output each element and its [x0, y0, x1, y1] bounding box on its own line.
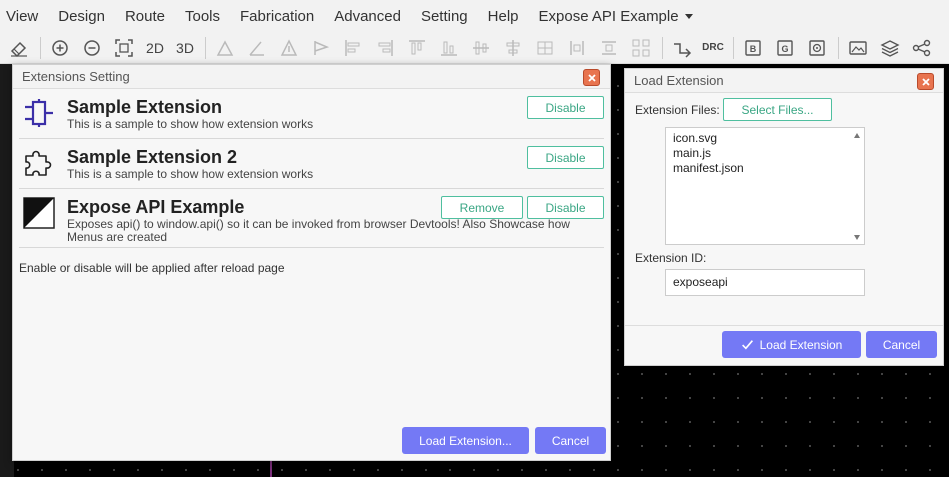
- extension-row: Sample Extension This is a sample to sho…: [19, 89, 604, 139]
- dialog-title: Load Extension: [634, 73, 724, 88]
- cancel-button[interactable]: Cancel: [866, 331, 937, 358]
- cancel-button[interactable]: Cancel: [535, 427, 606, 454]
- align-right-icon[interactable]: [372, 36, 398, 60]
- toolbar-separator: [205, 36, 206, 59]
- file-list-item: manifest.json: [673, 161, 744, 175]
- svg-text:G: G: [781, 44, 788, 54]
- fit-view-icon[interactable]: [111, 36, 137, 60]
- caret-down-icon: [684, 14, 693, 20]
- extensions-setting-dialog: Extensions Setting Sample Extension This…: [12, 64, 611, 461]
- puzzle-icon: [25, 150, 52, 176]
- view-2d-button[interactable]: 2D: [143, 36, 167, 60]
- route-icon[interactable]: [669, 36, 695, 60]
- extension-row: Expose API Example Exposes api() to wind…: [19, 189, 604, 248]
- extension-description: This is a sample to show how extension w…: [67, 167, 314, 181]
- select-files-button[interactable]: Select Files...: [723, 98, 832, 121]
- align-center-v-icon[interactable]: [500, 36, 526, 60]
- image-icon[interactable]: [845, 36, 871, 60]
- triangle-tool-icon[interactable]: [276, 36, 302, 60]
- extension-name: Sample Extension: [67, 97, 223, 117]
- menu-help[interactable]: Help: [488, 8, 519, 25]
- check-icon: [741, 340, 753, 350]
- menu-tools[interactable]: Tools: [185, 8, 220, 25]
- menu-expose-api[interactable]: Expose API Example: [539, 8, 693, 25]
- dialog-title: Extensions Setting: [22, 69, 130, 84]
- share-icon[interactable]: [909, 36, 935, 60]
- toolbar-separator: [838, 36, 839, 59]
- file-list[interactable]: icon.svg main.js manifest.json: [665, 127, 865, 245]
- component-icon: [25, 99, 53, 127]
- disable-button[interactable]: Disable: [527, 96, 604, 119]
- remove-button[interactable]: Remove: [441, 196, 523, 219]
- group-icon[interactable]: [628, 36, 654, 60]
- menu-design[interactable]: Design: [58, 8, 105, 25]
- scroll-up-icon[interactable]: [854, 133, 860, 138]
- distribute-v-icon[interactable]: [564, 36, 590, 60]
- eraser-icon[interactable]: [6, 36, 32, 60]
- close-button[interactable]: [583, 69, 600, 86]
- menu-route[interactable]: Route: [125, 8, 165, 25]
- menu-bar: View Design Route Tools Fabrication Adva…: [0, 0, 949, 32]
- menu-expose-api-label: Expose API Example: [538, 7, 679, 25]
- spacing-icon[interactable]: [596, 36, 622, 60]
- menu-advanced[interactable]: Advanced: [334, 8, 401, 25]
- extension-files-label: Extension Files:: [635, 103, 720, 117]
- close-button[interactable]: [917, 73, 934, 90]
- disable-button[interactable]: Disable: [527, 196, 604, 219]
- gerber-icon[interactable]: G: [772, 36, 798, 60]
- angle-tool-icon[interactable]: [244, 36, 270, 60]
- footer-divider: [625, 325, 943, 326]
- layers-icon[interactable]: [877, 36, 903, 60]
- svg-text:B: B: [750, 44, 757, 54]
- menu-view[interactable]: View: [6, 8, 38, 25]
- reload-note: Enable or disable will be applied after …: [19, 261, 285, 275]
- toolbar-separator: [40, 36, 41, 59]
- expose-api-icon: [23, 197, 55, 229]
- toolbar-separator: [662, 36, 663, 59]
- file-list-item: icon.svg: [673, 131, 718, 145]
- flag-tool-icon[interactable]: [308, 36, 334, 60]
- align-left-icon[interactable]: [340, 36, 366, 60]
- file-list-item: main.js: [673, 146, 712, 160]
- extension-id-label: Extension ID:: [635, 251, 707, 265]
- arc-tool-icon[interactable]: [212, 36, 238, 60]
- menu-fabrication[interactable]: Fabrication: [240, 8, 314, 25]
- align-top-icon[interactable]: [404, 36, 430, 60]
- toolbar: 2D 3D DRC B G: [0, 32, 949, 64]
- scroll-down-icon[interactable]: [854, 235, 860, 240]
- extension-description: This is a sample to show how extension w…: [67, 117, 314, 131]
- dialog-title-bar[interactable]: Load Extension: [625, 69, 943, 93]
- extension-row: Sample Extension 2 This is a sample to s…: [19, 139, 604, 189]
- extension-name: Expose API Example: [67, 197, 245, 217]
- drc-button[interactable]: DRC: [701, 36, 725, 60]
- toolbar-separator: [733, 36, 734, 59]
- zoom-out-icon[interactable]: [79, 36, 105, 60]
- align-bottom-icon[interactable]: [436, 36, 462, 60]
- align-center-h-icon[interactable]: [468, 36, 494, 60]
- dialog-title-bar[interactable]: Extensions Setting: [13, 65, 610, 89]
- menu-setting[interactable]: Setting: [421, 8, 468, 25]
- extension-description: Exposes api() to window.api() so it can …: [67, 217, 570, 244]
- disable-button[interactable]: Disable: [527, 146, 604, 169]
- extension-name: Sample Extension 2: [67, 147, 238, 167]
- target-icon[interactable]: [804, 36, 830, 60]
- load-extension-button[interactable]: Load Extension...: [402, 427, 529, 454]
- load-extension-dialog: Load Extension Extension Files: Select F…: [624, 68, 944, 366]
- extension-id-input[interactable]: exposeapi: [665, 269, 865, 296]
- load-extension-label: Load Extension: [759, 337, 843, 352]
- close-icon: [921, 77, 930, 86]
- distribute-h-icon[interactable]: [532, 36, 558, 60]
- close-icon: [587, 73, 596, 82]
- bom-icon[interactable]: B: [740, 36, 766, 60]
- view-3d-button[interactable]: 3D: [173, 36, 197, 60]
- load-extension-submit-button[interactable]: Load Extension: [722, 331, 861, 358]
- zoom-in-icon[interactable]: [47, 36, 73, 60]
